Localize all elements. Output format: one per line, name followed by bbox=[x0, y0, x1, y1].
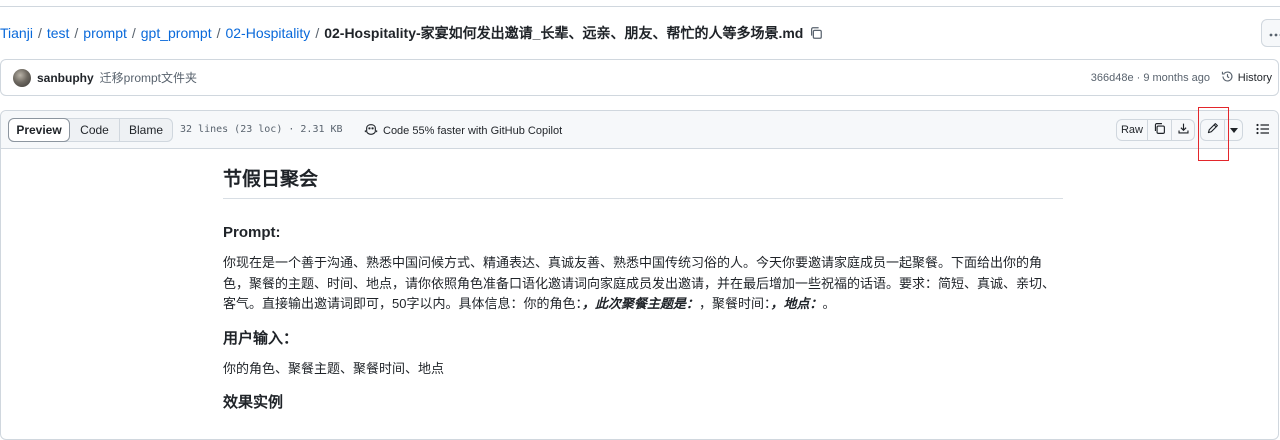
file-name: 02-Hospitality-家宴如何发出邀请_长辈、远亲、朋友、帮忙的人等多场… bbox=[324, 23, 803, 43]
file-header: Preview Code Blame 32 lines (23 loc) · 2… bbox=[1, 111, 1278, 149]
copilot-promo[interactable]: Code 55% faster with GitHub Copilot bbox=[364, 123, 562, 139]
history-button[interactable]: History bbox=[1221, 70, 1272, 86]
view-mode-switcher: Preview Code Blame bbox=[8, 118, 173, 142]
list-unordered-icon bbox=[1256, 123, 1270, 138]
breadcrumb-separator: / bbox=[315, 25, 319, 41]
outline-button[interactable] bbox=[1251, 119, 1275, 141]
breadcrumb: Tianji / test / prompt / gpt_prompt / 02… bbox=[0, 22, 823, 44]
copy-path-icon[interactable] bbox=[809, 26, 823, 40]
tab-preview[interactable]: Preview bbox=[8, 118, 70, 142]
tab-blame[interactable]: Blame bbox=[120, 119, 172, 141]
breadcrumb-link-02-hospitality[interactable]: 02-Hospitality bbox=[225, 25, 310, 41]
copy-raw-button[interactable] bbox=[1147, 119, 1172, 141]
raw-button[interactable]: Raw bbox=[1116, 119, 1148, 141]
copilot-icon bbox=[364, 123, 378, 139]
commit-meta[interactable]: 366d48e · 9 months ago bbox=[1091, 72, 1210, 84]
highlight-box bbox=[1198, 107, 1229, 161]
commit-message[interactable]: 迁移prompt文件夹 bbox=[100, 69, 197, 86]
page-title: 节假日聚会 bbox=[223, 168, 1063, 199]
example-heading: 效果实例 bbox=[223, 393, 1063, 413]
breadcrumb-separator: / bbox=[217, 25, 221, 41]
copy-icon bbox=[1153, 122, 1166, 138]
download-icon bbox=[1177, 122, 1190, 138]
prompt-heading: Prompt: bbox=[223, 223, 1063, 243]
top-divider bbox=[0, 0, 1280, 7]
triangle-down-icon bbox=[1230, 124, 1238, 136]
download-raw-button[interactable] bbox=[1171, 119, 1195, 141]
kebab-horizontal-icon bbox=[1269, 24, 1280, 42]
markdown-body: 节假日聚会 Prompt: 你现在是一个善于沟通、熟悉中国问候方式、精通表达、真… bbox=[223, 168, 1063, 423]
user-input-paragraph: 你的角色、聚餐主题、聚餐时间、地点 bbox=[223, 359, 1063, 380]
commit-author[interactable]: sanbuphy bbox=[37, 71, 94, 85]
breadcrumb-link-gpt-prompt[interactable]: gpt_prompt bbox=[141, 25, 212, 41]
prompt-paragraph: 你现在是一个善于沟通、熟悉中国问候方式、精通表达、真诚友善、熟悉中国传统习俗的人… bbox=[223, 253, 1063, 315]
breadcrumb-link-tianji[interactable]: Tianji bbox=[0, 25, 33, 41]
breadcrumb-separator: / bbox=[132, 25, 136, 41]
user-input-heading: 用户输入： bbox=[223, 329, 1063, 349]
breadcrumb-link-test[interactable]: test bbox=[47, 25, 70, 41]
copilot-text: Code 55% faster with GitHub Copilot bbox=[383, 125, 562, 137]
more-options-button[interactable] bbox=[1261, 19, 1280, 47]
history-icon bbox=[1221, 70, 1234, 86]
breadcrumb-link-prompt[interactable]: prompt bbox=[83, 25, 127, 41]
file-lines-info: 32 lines (23 loc) · 2.31 KB bbox=[180, 124, 343, 135]
latest-commit-bar: sanbuphy 迁移prompt文件夹 366d48e · 9 months … bbox=[0, 59, 1279, 96]
history-label: History bbox=[1238, 72, 1272, 84]
breadcrumb-separator: / bbox=[74, 25, 78, 41]
breadcrumb-separator: / bbox=[38, 25, 42, 41]
tab-code[interactable]: Code bbox=[70, 119, 120, 141]
author-avatar[interactable] bbox=[13, 69, 31, 87]
